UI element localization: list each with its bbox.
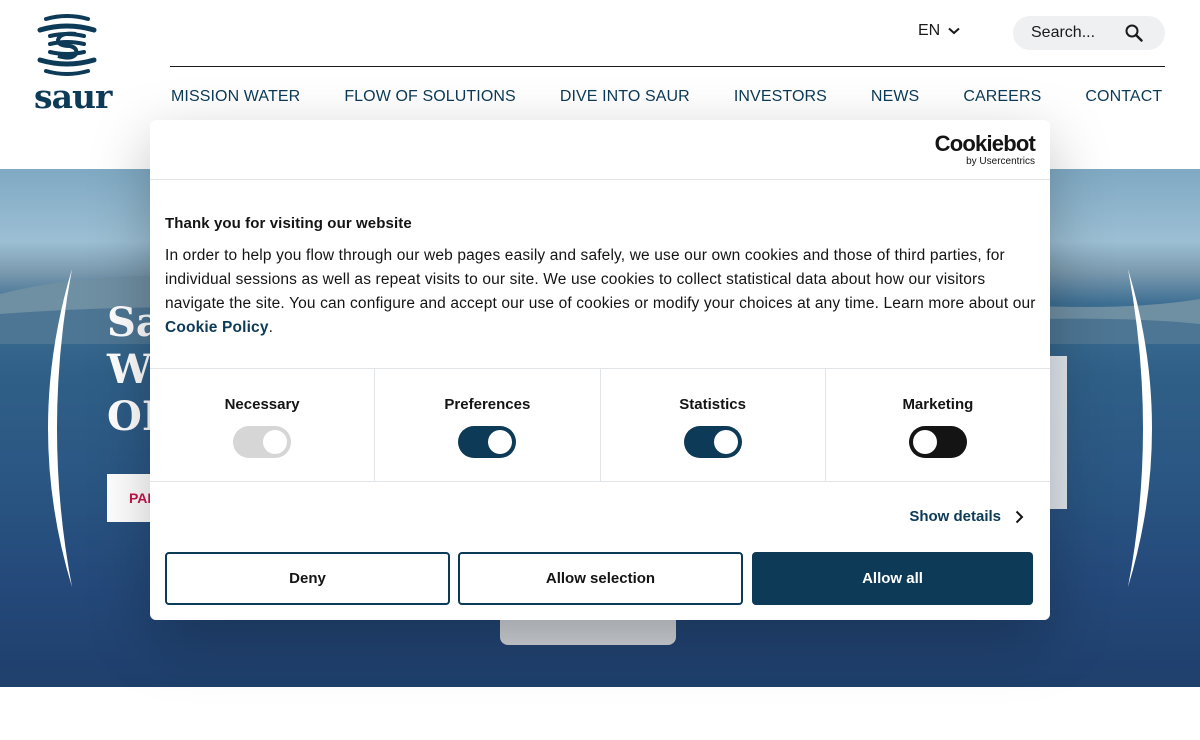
dialog-title: Thank you for visiting our website [165, 215, 412, 232]
show-details-link[interactable]: Show details [909, 508, 1024, 525]
search-input[interactable] [1031, 24, 1121, 42]
search-icon[interactable] [1125, 24, 1143, 42]
saur-logo[interactable]: saur [32, 14, 112, 114]
nav-flow-of-solutions[interactable]: FLOW OF SOLUTIONS [344, 88, 516, 106]
language-label: EN [918, 22, 941, 39]
cookiebot-logo: Cookiebot by Usercentrics [934, 131, 1036, 168]
main-nav: MISSION WATER FLOW OF SOLUTIONS DIVE INT… [171, 88, 1200, 106]
cookie-consent-dialog: Cookiebot by Usercentrics Thank you for … [150, 120, 1050, 620]
logo-wordmark: saur [34, 77, 112, 116]
preferences-toggle[interactable] [458, 426, 517, 458]
chevron-down-icon [948, 27, 960, 35]
left-parenthesis-graphic [48, 269, 72, 587]
category-label: Necessary [224, 396, 300, 413]
chevron-right-icon [1015, 510, 1024, 523]
dialog-body-text: In order to help you flow through our we… [165, 247, 1036, 312]
nav-news[interactable]: NEWS [871, 88, 919, 106]
page-below-hero [0, 687, 1200, 740]
cookiebot-brand: Cookiebot [934, 131, 1036, 156]
search-box [1013, 16, 1165, 50]
cookie-categories: Necessary Preferences Statistics Marketi… [150, 368, 1050, 482]
right-parenthesis-graphic [1128, 269, 1152, 587]
allow-all-button[interactable]: Allow all [752, 552, 1033, 605]
allow-selection-button[interactable]: Allow selection [458, 552, 743, 605]
cookiebot-brand-sub: by Usercentrics [966, 156, 1035, 167]
nav-contact[interactable]: CONTACT [1085, 88, 1162, 106]
category-label: Statistics [679, 396, 746, 413]
nav-mission-water[interactable]: MISSION WATER [171, 88, 300, 106]
statistics-toggle[interactable] [683, 426, 742, 458]
dialog-header: Cookiebot by Usercentrics [150, 120, 1050, 180]
header-divider [170, 66, 1165, 67]
hero-side-card [1047, 356, 1067, 509]
category-label: Preferences [444, 396, 531, 413]
saur-logo-mark-icon [37, 14, 97, 76]
language-selector[interactable]: EN [918, 22, 960, 40]
nav-investors[interactable]: INVESTORS [734, 88, 827, 106]
category-marketing: Marketing [826, 369, 1050, 481]
category-necessary: Necessary [150, 369, 376, 481]
category-label: Marketing [902, 396, 974, 413]
show-details-label: Show details [909, 508, 1001, 525]
category-preferences: Preferences [375, 369, 601, 481]
dialog-body: In order to help you flow through our we… [165, 244, 1037, 340]
necessary-toggle [233, 426, 292, 458]
cookie-policy-link[interactable]: Cookie Policy [165, 319, 269, 336]
category-statistics: Statistics [601, 369, 826, 481]
nav-careers[interactable]: CAREERS [963, 88, 1041, 106]
nav-dive-into-saur[interactable]: DIVE INTO SAUR [560, 88, 690, 106]
dialog-body-end: . [268, 319, 274, 336]
deny-button[interactable]: Deny [165, 552, 450, 605]
marketing-toggle[interactable] [908, 426, 967, 458]
